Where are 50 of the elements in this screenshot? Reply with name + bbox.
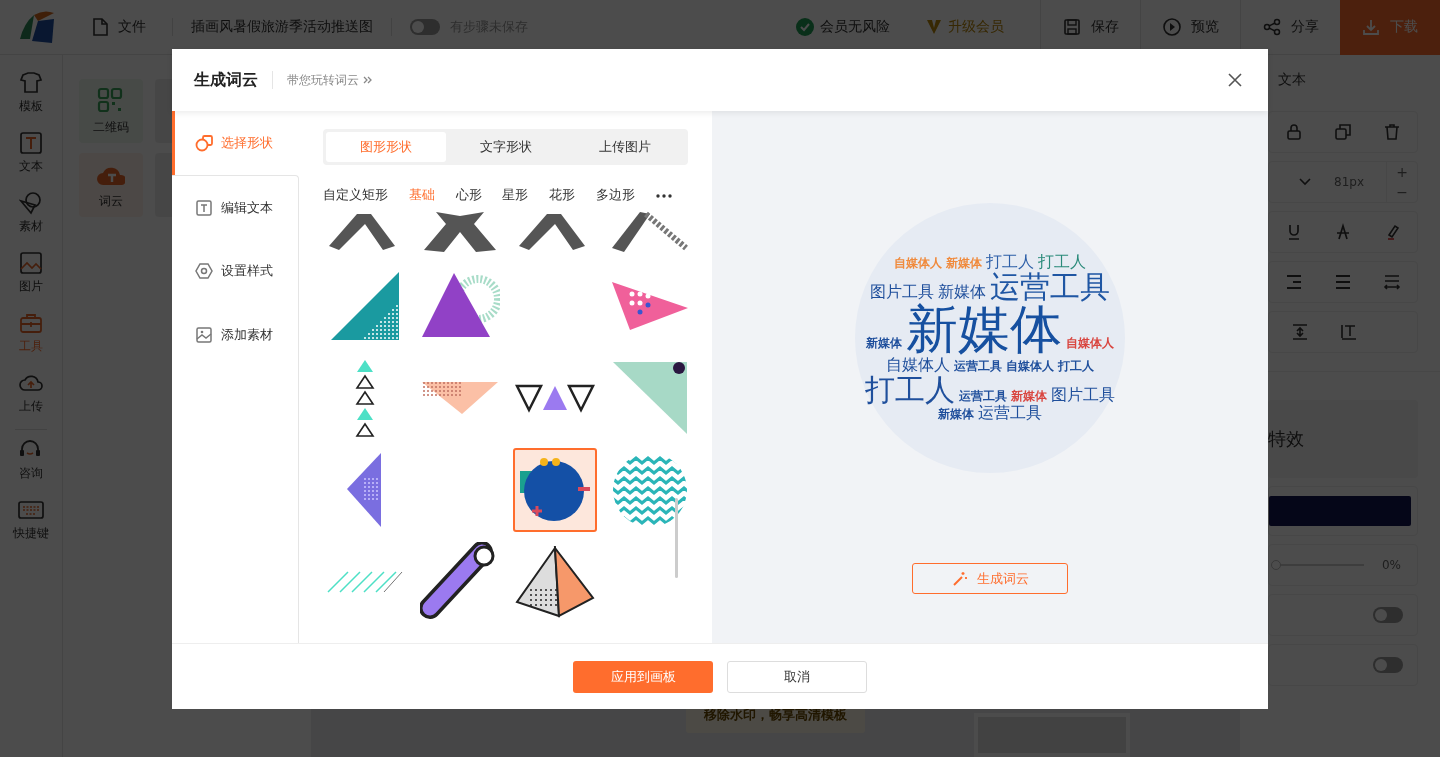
source-tab[interactable]: 文字形状 (445, 132, 566, 162)
cloud-word: 打工人 (865, 373, 955, 406)
cloud-word: 打工人 (1058, 359, 1094, 373)
magic-wand-icon (951, 569, 969, 588)
cloud-word: 新媒体 (946, 257, 982, 270)
category-tab[interactable]: 多边形 (596, 187, 636, 204)
decrease-button[interactable]: − (1387, 182, 1417, 202)
cloud-word: 运营工具 (990, 270, 1110, 303)
source-tab[interactable]: 上传图片 (565, 132, 685, 162)
generate-button[interactable]: 生成词云 (912, 563, 1068, 594)
nav-item[interactable]: 编辑文本 (172, 175, 299, 239)
cloud-word: 新媒体 (866, 337, 902, 350)
category-tab[interactable]: 星形 (502, 187, 529, 204)
category-tab[interactable]: 基础 (408, 187, 435, 204)
text-box-icon (195, 198, 213, 217)
document-title[interactable]: 插画风暑假旅游季活动推送图 (191, 18, 373, 36)
hexagon-icon (195, 262, 213, 280)
category-tab[interactable]: 花形 (549, 187, 576, 204)
panel-title: 文本 (1277, 70, 1306, 89)
more-dots-icon[interactable] (655, 193, 672, 198)
apply-button[interactable]: 应用到画板 (573, 660, 713, 693)
nav-item[interactable]: 添加素材 (172, 303, 299, 367)
cloud-word: 自媒体人 (1006, 359, 1054, 373)
cloud-word: 新媒体 (938, 283, 986, 301)
cloud-word: 自媒体人 (886, 356, 950, 374)
cloud-word: 图片工具 (1051, 386, 1115, 404)
cloud-word: 打工人 (986, 254, 1034, 271)
cloud-word: 运营工具 (978, 405, 1042, 422)
cloud-word: 新媒体 (938, 408, 974, 421)
cloud-word: 运营工具 (954, 359, 1002, 373)
cloud-word: 自媒体人 (894, 257, 942, 270)
cloud-word: 自媒体人 (1066, 337, 1114, 350)
cloud-word: 新媒体 (1011, 389, 1047, 403)
nav-item[interactable]: 选择形状 (172, 111, 299, 175)
cancel-button[interactable]: 取消 (727, 660, 867, 693)
source-tab[interactable]: 图形形状 (326, 132, 446, 162)
dialog-title: 生成词云 (194, 69, 258, 91)
double-chevron-icon (363, 75, 373, 85)
category-tab[interactable]: 自定义矩形 (323, 187, 388, 204)
guide-link[interactable]: 带您玩转词云 (287, 71, 373, 89)
cloud-word: 运营工具 (959, 389, 1007, 403)
close-icon[interactable] (1228, 73, 1242, 87)
nav-item[interactable]: 设置样式 (172, 239, 299, 303)
cloud-word: 图片工具 (870, 283, 934, 301)
increase-button[interactable]: + (1387, 162, 1417, 182)
category-tab[interactable]: 心形 (455, 187, 482, 204)
member-guarantee: 会员无风险 (820, 18, 890, 36)
shapes-icon (195, 134, 213, 152)
cloud-word: 打工人 (1038, 254, 1086, 271)
image-icon (195, 326, 213, 344)
